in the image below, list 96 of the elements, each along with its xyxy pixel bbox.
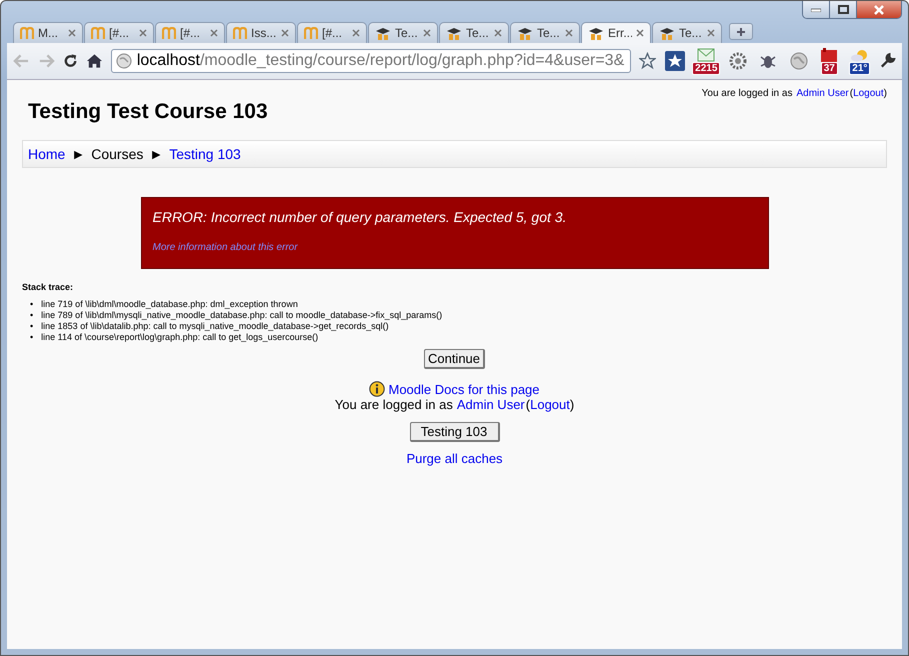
user-link[interactable]: Admin User xyxy=(456,397,525,412)
close-icon[interactable] xyxy=(68,29,76,37)
logout-link[interactable]: Logout xyxy=(530,397,570,412)
moodle-m-icon xyxy=(304,27,318,39)
docs-link[interactable]: Moodle Docs for this page xyxy=(388,382,540,396)
breadcrumb-separator: ► xyxy=(149,146,164,162)
moodle-hat-icon xyxy=(446,26,462,40)
forward-icon[interactable] xyxy=(38,53,55,69)
count-badge: 21° xyxy=(849,62,870,74)
tab-title: M... xyxy=(38,26,59,40)
address-field[interactable]: localhost/moodle_testing/course/report/log/graph.php?id=4&user=3& xyxy=(110,49,631,73)
browser-tab[interactable]: Te... xyxy=(439,22,509,43)
moodle-m-icon xyxy=(91,27,105,39)
browser-tab[interactable]: Te... xyxy=(368,22,438,43)
moodle-hat-icon xyxy=(588,26,604,40)
home-icon[interactable] xyxy=(86,53,103,69)
user-link[interactable]: Admin User xyxy=(796,88,849,99)
browser-tab[interactable]: [#... xyxy=(84,22,154,43)
parenthesis: ( xyxy=(850,88,854,99)
browser-tab[interactable]: Iss... xyxy=(226,22,296,43)
breadcrumb-link[interactable]: Home xyxy=(28,146,66,162)
breadcrumb-link[interactable]: Testing 103 xyxy=(169,146,241,162)
minimize-button[interactable] xyxy=(803,1,829,18)
close-icon[interactable] xyxy=(494,29,502,37)
moodle-hat-icon xyxy=(517,26,533,40)
tab-title: [#... xyxy=(109,26,130,40)
moodle-hat-icon xyxy=(659,26,675,40)
moodle-m-icon xyxy=(20,27,34,39)
parenthesis: ) xyxy=(884,88,887,99)
bookmark-star-icon[interactable] xyxy=(638,52,656,70)
parenthesis: ) xyxy=(570,397,574,412)
globe-icon xyxy=(116,53,132,69)
tab-title: Iss... xyxy=(251,26,277,40)
envelope-icon[interactable] xyxy=(697,48,716,62)
browser-tab[interactable]: Te... xyxy=(652,22,722,43)
close-icon[interactable] xyxy=(423,29,431,37)
wrench-icon[interactable] xyxy=(879,52,896,70)
tab-title: Te... xyxy=(395,26,419,40)
stack-trace-line: line 114 of \course\report\log\graph.php: call to get_logs_usercourse() xyxy=(41,332,318,343)
tab-title: Te... xyxy=(679,26,703,40)
info-icon xyxy=(369,381,386,397)
tab-title: Te... xyxy=(537,26,561,40)
close-icon[interactable] xyxy=(565,29,573,37)
count-badge: 2215 xyxy=(692,62,720,74)
calendar-icon[interactable] xyxy=(820,48,838,62)
login-text: You are logged in as xyxy=(702,88,792,99)
stack-trace-line: line 789 of \lib\dml\mysqli_native_moodle_database.php: call to moodle_database->fix_sql_params() xyxy=(41,310,442,321)
url-host: localhost xyxy=(136,52,200,70)
bullet: • xyxy=(30,310,34,321)
logout-link[interactable]: Logout xyxy=(853,88,884,99)
browser-tab[interactable]: [#... xyxy=(297,22,367,43)
stack-trace-title: Stack trace: xyxy=(22,282,74,292)
close-icon[interactable] xyxy=(210,29,218,37)
login-text: You are logged in as xyxy=(334,397,453,412)
gear-icon[interactable] xyxy=(728,51,748,71)
tab-title: [#... xyxy=(322,26,344,40)
stack-trace-line: line 719 of \lib\dml\moodle_database.php: dml_exception thrown xyxy=(41,299,298,310)
count-badge: 37 xyxy=(820,62,838,74)
purge-caches-link[interactable]: Purge all caches xyxy=(406,451,503,466)
tab-title: [#... xyxy=(180,26,202,40)
moodle-hat-icon xyxy=(375,26,391,40)
url-path: /moodle_testing/course/report/log/graph.php?id=4&user=3& xyxy=(200,52,624,70)
close-icon[interactable] xyxy=(352,29,360,37)
bullet: • xyxy=(30,332,34,343)
maximize-icon xyxy=(838,5,848,14)
stack-trace-line: line 1853 of \lib\datalib.php: call to mysqli_native_moodle_database->get_records_sql() xyxy=(41,321,389,332)
plus-icon xyxy=(737,28,745,36)
new-tab-button[interactable] xyxy=(729,23,753,40)
reload-icon[interactable] xyxy=(62,53,78,69)
minimize-icon xyxy=(811,8,821,12)
close-icon xyxy=(874,4,884,14)
close-window-button[interactable] xyxy=(856,1,901,18)
breadcrumb-separator: ► xyxy=(71,146,86,162)
close-icon[interactable] xyxy=(707,29,715,37)
browser-tab[interactable]: M... xyxy=(13,22,83,43)
browser-tab[interactable]: Err... xyxy=(581,22,651,43)
parenthesis: ( xyxy=(526,397,530,412)
browser-tab[interactable]: Te... xyxy=(510,22,580,43)
continue-button[interactable]: Continue xyxy=(424,349,486,369)
bullet: • xyxy=(30,299,34,310)
course-button[interactable]: Testing 103 xyxy=(410,422,500,442)
close-icon[interactable] xyxy=(139,29,147,37)
breadcrumb-item: Courses xyxy=(91,146,144,162)
back-icon[interactable] xyxy=(13,53,30,69)
tab-title: Te... xyxy=(466,26,490,40)
globe-icon[interactable] xyxy=(788,51,809,71)
browser-tab[interactable]: [#... xyxy=(155,22,225,43)
maximize-button[interactable] xyxy=(829,1,856,18)
moodle-m-icon xyxy=(162,27,176,39)
bullet: • xyxy=(30,321,34,332)
close-icon[interactable] xyxy=(636,29,644,37)
moodle-m-icon xyxy=(233,27,247,39)
tab-title: Err... xyxy=(608,26,632,40)
close-icon[interactable] xyxy=(281,29,289,37)
error-message: ERROR: Incorrect number of query parameters. Expected 5, got 3. xyxy=(152,209,568,225)
page-title: Testing Test Course 103 xyxy=(28,100,268,124)
